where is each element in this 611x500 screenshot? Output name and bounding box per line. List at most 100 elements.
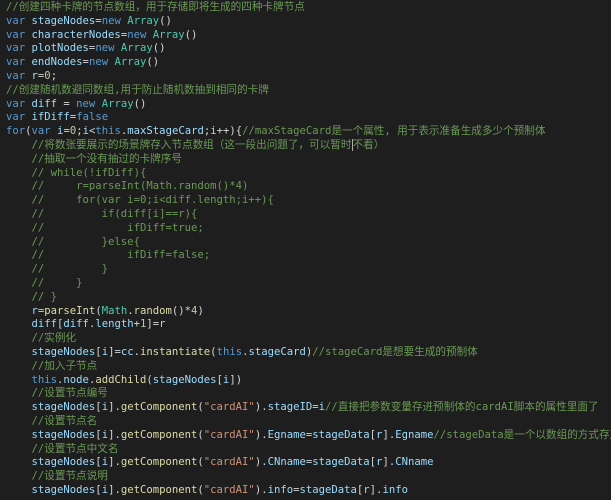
comment-token: // for(var i=0;i<diff.length;i++){ <box>31 194 274 207</box>
keyword-token: var <box>6 28 32 41</box>
punctuation-token <box>6 401 32 413</box>
class-token: Array <box>101 97 134 110</box>
code-line[interactable]: // }else{ <box>0 236 611 250</box>
punctuation-token <box>6 387 32 399</box>
class-token: Array <box>114 56 147 69</box>
code-line[interactable]: var stageNodes=new Array() <box>0 15 611 29</box>
identifier-token: endNodes <box>31 56 83 69</box>
punctuation-token: ). <box>254 428 268 441</box>
code-line[interactable]: stageNodes[i].getComponent("cardAI").sta… <box>0 401 611 415</box>
code-line[interactable]: var r=0; <box>0 70 611 84</box>
comment-token: 不看） <box>352 138 385 151</box>
code-line[interactable]: //将数张要展示的场景牌存入节点数组（这一段出问题了，可以暂时不看） <box>0 138 611 153</box>
code-line[interactable]: stageNodes[i]=cc.instantiate(this.stageC… <box>0 346 611 360</box>
code-line[interactable]: var diff = new Array() <box>0 98 611 112</box>
code-line[interactable]: // ifDiff=false; <box>0 249 611 263</box>
code-line[interactable]: //抽取一个没有抽过的卡牌序号 <box>0 153 611 167</box>
string-token: "cardAI" <box>203 456 255 469</box>
function-token: random <box>133 304 172 317</box>
identifier-token: length <box>95 318 134 331</box>
punctuation-token <box>6 139 32 151</box>
punctuation-token <box>6 194 32 206</box>
punctuation-token: ()* <box>171 304 192 317</box>
code-line[interactable]: // r=parseInt(Math.random()*4) <box>0 180 611 194</box>
code-line[interactable]: var ifDiff=false <box>0 111 611 125</box>
punctuation-token: ]= <box>146 318 160 331</box>
punctuation-token <box>6 263 32 275</box>
identifier-token: stageNodes <box>31 345 96 358</box>
keyword-token: var <box>6 14 32 27</box>
comment-token: //设置节点名 <box>31 414 98 427</box>
identifier-token: Egname <box>267 428 306 441</box>
identifier-token: stageNodes <box>31 456 96 469</box>
code-line[interactable]: //设置节点编号 <box>0 387 611 401</box>
punctuation-token: ]. <box>382 456 396 469</box>
code-line[interactable]: var plotNodes=new Array() <box>0 42 611 56</box>
punctuation-token <box>6 180 32 192</box>
identifier-token: stageData <box>299 483 357 496</box>
code-line[interactable]: //实例化 <box>0 332 611 346</box>
code-line[interactable]: //创建四种卡牌的节点数组，用于存储即将生成的四种卡牌节点 <box>0 1 611 15</box>
punctuation-token <box>6 153 32 165</box>
punctuation-token <box>6 484 32 496</box>
code-line[interactable]: // } <box>0 291 611 305</box>
string-token: "cardAI" <box>203 428 255 441</box>
keyword-token: false <box>76 111 109 124</box>
code-line[interactable]: //设置节点名 <box>0 415 611 429</box>
identifier-token: stageNodes <box>31 401 96 414</box>
code-line[interactable]: this.node.addChild(stageNodes[i]) <box>0 374 611 388</box>
code-line[interactable]: stageNodes[i].getComponent("cardAI").Egn… <box>0 429 611 443</box>
keyword-token: var <box>6 97 32 110</box>
comment-token: //maxStageCard是一个属性, 用于表示准备生成多少个预制体 <box>242 125 546 138</box>
code-line[interactable]: // for(var i=0;i<diff.length;i++){ <box>0 194 611 208</box>
code-line[interactable]: // ifDiff=true; <box>0 222 611 236</box>
punctuation-token <box>6 374 32 386</box>
code-line[interactable]: //设置节点说明 <box>0 470 611 484</box>
identifier-token: stageData <box>312 456 370 469</box>
keyword-token: var <box>6 56 32 69</box>
punctuation-token <box>6 305 32 317</box>
code-line[interactable]: diff[diff.length+1]=r <box>0 318 611 332</box>
code-line[interactable]: // while(!ifDiff){ <box>0 167 611 181</box>
comment-token: // r=parseInt(Math.random()*4) <box>31 180 249 193</box>
code-line[interactable]: for(var i=0;i<this.maxStageCard;i++){//m… <box>0 125 611 139</box>
punctuation-token <box>6 167 32 179</box>
code-line[interactable]: // if(diff[i]==r){ <box>0 208 611 222</box>
comment-token: //创建随机数避同数组,用于防止随机数抽到相同的卡牌 <box>6 83 269 96</box>
comment-token: //设置节点编号 <box>31 387 108 400</box>
punctuation-token: () <box>152 42 166 55</box>
comment-token: //创建四种卡牌的节点数组，用于存储即将生成的四种卡牌节点 <box>6 1 305 13</box>
code-line[interactable]: var endNodes=new Array() <box>0 56 611 70</box>
code-editor[interactable]: //创建四种卡牌的节点数组，用于存储即将生成的四种卡牌节点 var stageNo… <box>0 0 611 500</box>
code-line[interactable]: //设置节点中文名 <box>0 443 611 457</box>
punctuation-token <box>6 443 32 455</box>
keyword-token: new <box>88 56 115 69</box>
code-line[interactable]: // } <box>0 263 611 277</box>
keyword-token: this <box>216 345 243 358</box>
punctuation-token <box>6 429 32 441</box>
comment-token: // } <box>31 290 58 303</box>
punctuation-token: = <box>57 97 77 110</box>
identifier-token: maxStageCard <box>127 125 204 138</box>
function-token: instantiate <box>140 345 211 358</box>
code-line[interactable]: r=parseInt(Math.random()*4) <box>0 305 611 319</box>
code-line[interactable]: //创建随机数避同数组,用于防止随机数抽到相同的卡牌 <box>0 84 611 98</box>
keyword-token: new <box>101 14 128 27</box>
punctuation-token <box>6 222 32 234</box>
comment-token: // while(!ifDiff){ <box>31 166 147 179</box>
comment-token: //加入子节点 <box>31 359 98 372</box>
code-line[interactable]: // } <box>0 277 611 291</box>
punctuation-token: () <box>146 56 160 69</box>
punctuation-token: ++){ <box>216 125 243 138</box>
code-line[interactable]: //加入子节点 <box>0 360 611 374</box>
punctuation-token <box>6 346 32 358</box>
code-line[interactable]: stageNodes[i].getComponent("cardAI").inf… <box>0 484 611 498</box>
keyword-token: new <box>95 42 121 55</box>
punctuation-token: () <box>133 97 147 110</box>
class-token: Math <box>101 304 128 317</box>
code-line[interactable]: var characterNodes=new Array() <box>0 29 611 43</box>
keyword-token: this <box>31 373 58 386</box>
code-line[interactable]: stageNodes[i].getComponent("cardAI").CNn… <box>0 456 611 470</box>
keyword-token: for <box>6 125 26 138</box>
comment-token: //设置节点说明 <box>31 470 108 483</box>
